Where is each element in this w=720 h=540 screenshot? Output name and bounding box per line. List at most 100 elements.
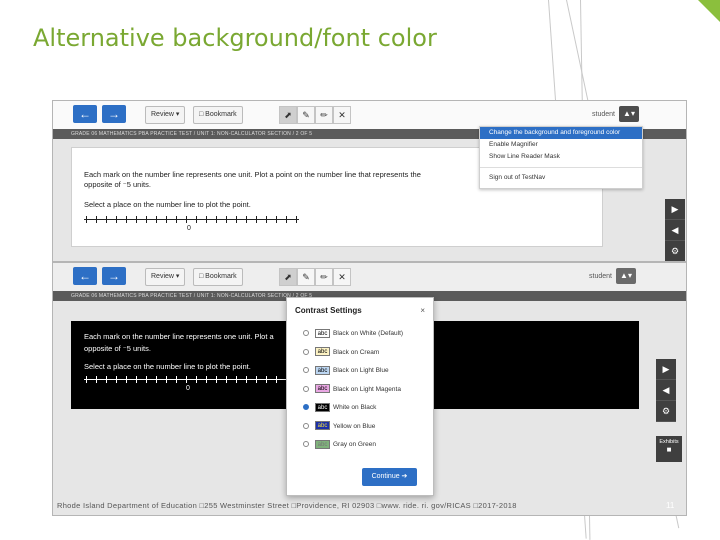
radio-button[interactable] xyxy=(303,348,309,355)
color-swatch: abc xyxy=(315,384,330,394)
pencil-icon[interactable]: ✏ xyxy=(315,268,333,286)
radio-button[interactable] xyxy=(303,330,309,337)
speaker-icon[interactable]: ◀ xyxy=(665,220,685,241)
contrast-option[interactable]: abc Yellow on Blue xyxy=(303,421,375,433)
review-button[interactable]: Review ▾ xyxy=(145,106,186,124)
bookmark-button[interactable]: □ Bookmark xyxy=(193,106,243,124)
number-line-tick[interactable] xyxy=(216,376,217,383)
number-line-tick[interactable] xyxy=(276,216,277,223)
exhibits-button[interactable]: Exhibits ■ xyxy=(656,436,682,462)
forward-button[interactable]: → xyxy=(102,105,126,123)
number-line-tick[interactable] xyxy=(196,216,197,223)
number-line-tick[interactable] xyxy=(106,216,107,223)
gear-icon[interactable]: ⚙ xyxy=(656,401,676,422)
menu-item-line-reader[interactable]: Show Line Reader Mask xyxy=(480,151,642,163)
contrast-option-label: Black on Light Magenta xyxy=(333,385,401,393)
radio-button[interactable] xyxy=(303,404,309,411)
number-line-tick[interactable] xyxy=(166,216,167,223)
folder-icon: ■ xyxy=(666,445,672,454)
number-line-tick[interactable] xyxy=(126,216,127,223)
radio-button[interactable] xyxy=(303,385,309,392)
number-line-tick[interactable] xyxy=(106,376,107,383)
close-icon[interactable]: ✕ xyxy=(333,106,351,124)
number-line-tick[interactable] xyxy=(286,216,287,223)
play-icon[interactable]: ▶ xyxy=(665,199,685,220)
question-text-line2: opposite of ⁻5 units. xyxy=(84,180,151,189)
menu-item-sign-out[interactable]: Sign out of TestNav xyxy=(480,172,642,184)
contrast-option[interactable]: abc Gray on Green xyxy=(303,439,376,451)
number-line-tick[interactable] xyxy=(276,376,277,383)
close-icon[interactable]: ✕ xyxy=(333,268,351,286)
number-line-tick[interactable] xyxy=(236,376,237,383)
color-swatch: abc xyxy=(315,347,330,357)
pointer-icon[interactable]: ⬈ xyxy=(279,268,297,286)
number-line-tick[interactable] xyxy=(86,216,87,223)
number-line-tick[interactable] xyxy=(96,216,97,223)
number-line-tick[interactable] xyxy=(266,216,267,223)
side-toolbar: ▶ ◀ ⚙ xyxy=(656,359,676,422)
user-menu-button[interactable]: ▲▾ xyxy=(619,106,639,122)
play-icon[interactable]: ▶ xyxy=(656,359,676,380)
number-line-tick[interactable] xyxy=(256,376,257,383)
testnav-screenshot-menu: ← → Review ▾ □ Bookmark ⬈ ✎ ✏ ✕ student … xyxy=(52,100,687,262)
number-line-tick[interactable] xyxy=(296,216,297,223)
number-line-tick[interactable] xyxy=(156,216,157,223)
number-line-tick[interactable] xyxy=(226,376,227,383)
review-button[interactable]: Review ▾ xyxy=(145,268,186,286)
question-text-line1: Each mark on the number line represents … xyxy=(84,170,421,179)
back-button[interactable]: ← xyxy=(73,105,97,123)
number-line-tick[interactable] xyxy=(206,376,207,383)
number-line-tick[interactable] xyxy=(156,376,157,383)
color-swatch: abc xyxy=(315,328,330,338)
number-line-tick[interactable] xyxy=(146,376,147,383)
number-line-tick[interactable] xyxy=(166,376,167,383)
number-line-tick[interactable] xyxy=(116,376,117,383)
contrast-option[interactable]: abc Black on Cream xyxy=(303,347,379,359)
contrast-option[interactable]: abc Black on Light Blue xyxy=(303,365,389,377)
gear-icon[interactable]: ⚙ xyxy=(665,241,685,261)
number-line-tick[interactable] xyxy=(266,376,267,383)
radio-button[interactable] xyxy=(303,422,309,429)
instruction-text: Select a place on the number line to plo… xyxy=(84,362,251,371)
contrast-option[interactable]: abc Black on Light Magenta xyxy=(303,384,401,396)
pointer-icon[interactable]: ⬈ xyxy=(279,106,297,124)
bookmark-button[interactable]: □ Bookmark xyxy=(193,268,243,286)
number-line-tick[interactable] xyxy=(236,216,237,223)
user-menu-button[interactable]: ▲▾ xyxy=(616,268,636,284)
number-line-tick[interactable] xyxy=(146,216,147,223)
back-button[interactable]: ← xyxy=(73,267,97,285)
contrast-option[interactable]: abc Black on White (Default) xyxy=(303,328,403,340)
forward-button[interactable]: → xyxy=(102,267,126,285)
dialog-close-button[interactable]: × xyxy=(420,306,425,315)
menu-item-change-colors[interactable]: Change the background and foreground col… xyxy=(480,127,642,139)
number-line-tick[interactable] xyxy=(206,216,207,223)
contrast-settings-dialog: Contrast Settings × Continue ➔ abc Black … xyxy=(286,297,434,496)
testnav-screenshot-contrast: ← → Review ▾ □ Bookmark ⬈ ✎ ✏ ✕ student … xyxy=(52,262,687,516)
number-line-tick[interactable] xyxy=(246,216,247,223)
radio-button[interactable] xyxy=(303,441,309,448)
question-text-line1: Each mark on the number line represents … xyxy=(84,332,274,341)
number-line-tick[interactable] xyxy=(176,216,177,223)
continue-button[interactable]: Continue ➔ xyxy=(362,468,417,486)
number-line-tick[interactable] xyxy=(136,216,137,223)
number-line-tick[interactable] xyxy=(176,376,177,383)
number-line-tick[interactable] xyxy=(186,216,187,223)
number-line-tick[interactable] xyxy=(256,216,257,223)
menu-item-enable-magnifier[interactable]: Enable Magnifier xyxy=(480,139,642,151)
number-line-tick[interactable] xyxy=(116,216,117,223)
number-line-tick[interactable] xyxy=(126,376,127,383)
number-line-tick[interactable] xyxy=(136,376,137,383)
highlighter-icon[interactable]: ✎ xyxy=(297,268,315,286)
number-line-tick[interactable] xyxy=(186,376,187,383)
pencil-icon[interactable]: ✏ xyxy=(315,106,333,124)
number-line-tick[interactable] xyxy=(196,376,197,383)
number-line-tick[interactable] xyxy=(96,376,97,383)
speaker-icon[interactable]: ◀ xyxy=(656,380,676,401)
number-line-tick[interactable] xyxy=(86,376,87,383)
number-line-tick[interactable] xyxy=(216,216,217,223)
number-line-tick[interactable] xyxy=(246,376,247,383)
number-line-tick[interactable] xyxy=(226,216,227,223)
highlighter-icon[interactable]: ✎ xyxy=(297,106,315,124)
radio-button[interactable] xyxy=(303,367,309,374)
contrast-option[interactable]: abc White on Black xyxy=(303,402,376,414)
